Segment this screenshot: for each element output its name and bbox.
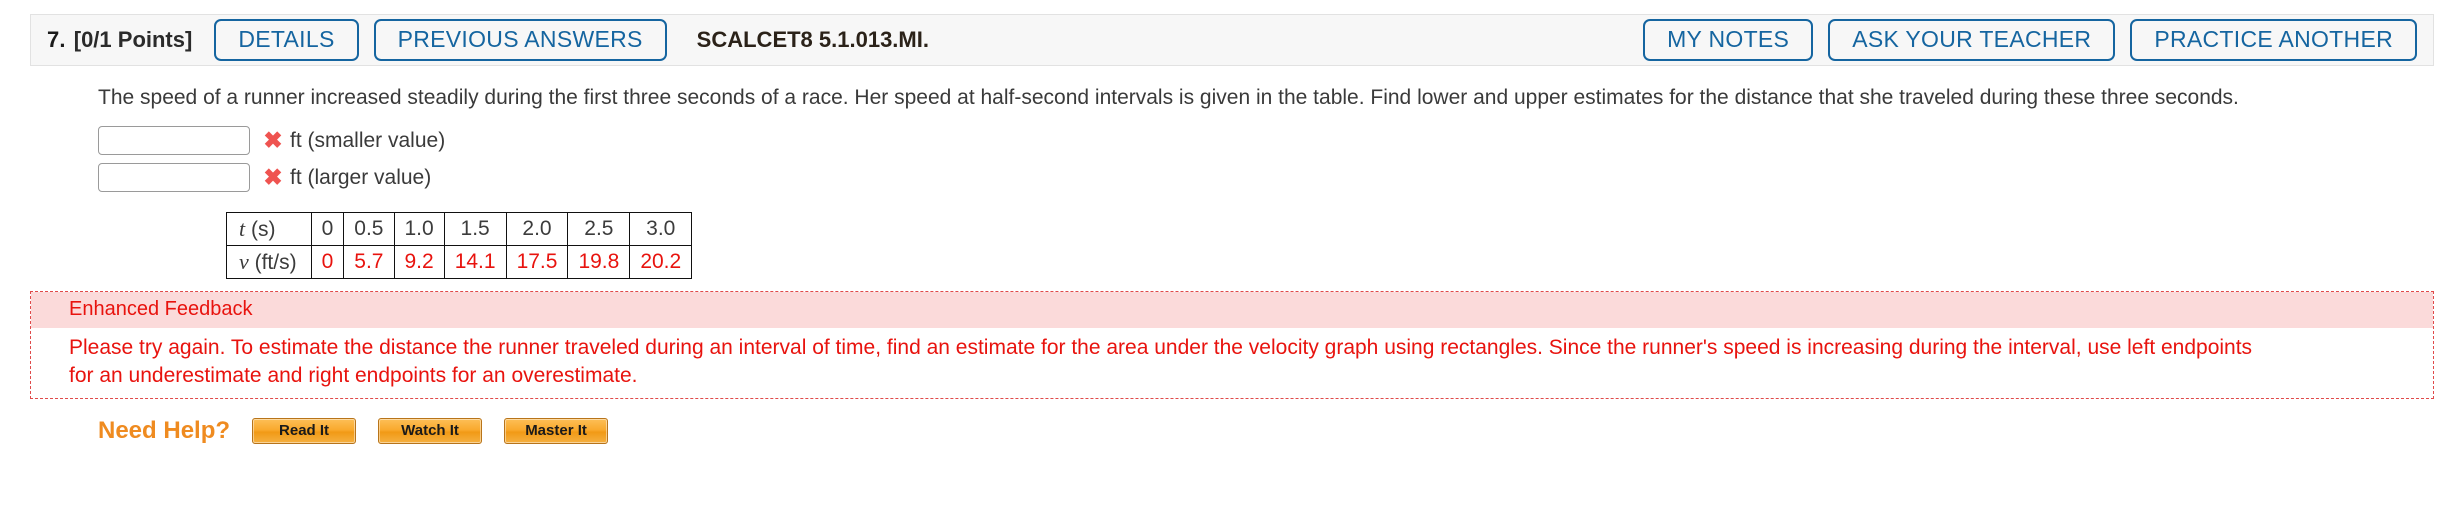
row-unit-v: (ft/s) <box>254 251 297 275</box>
practice-another-button[interactable]: PRACTICE ANOTHER <box>2130 19 2417 61</box>
question-number: 7. <box>47 27 66 52</box>
answer-label-larger: ft (larger value) <box>290 165 432 189</box>
data-table-wrap: t (s) 0 0.5 1.0 1.5 2.0 2.5 3.0 v (ft/s)… <box>30 198 2434 280</box>
answer-label-smaller: ft (smaller value) <box>290 128 446 152</box>
problem-statement: The speed of a runner increased steadily… <box>98 86 2239 109</box>
answer-fields: ✖ ft (smaller value) ✖ ft (larger value) <box>30 112 2434 194</box>
cell-v-1: 5.7 <box>343 245 395 280</box>
row-unit-t: (s) <box>250 218 276 242</box>
cell-v-0: 0 <box>310 245 345 280</box>
row-symbol-t: t <box>239 216 246 242</box>
details-button[interactable]: DETAILS <box>214 19 359 61</box>
cell-v-2: 9.2 <box>393 245 445 280</box>
read-it-button[interactable]: Read It <box>252 417 357 444</box>
my-notes-button[interactable]: MY NOTES <box>1643 19 1814 61</box>
row-header-time: t (s) <box>226 212 312 247</box>
master-it-button[interactable]: Master It <box>504 417 609 444</box>
row-header-velocity: v (ft/s) <box>226 245 312 280</box>
cell-t-1: 0.5 <box>343 212 395 247</box>
cell-t-6: 3.0 <box>629 212 693 247</box>
row-symbol-v: v <box>239 249 249 275</box>
answer-input-smaller[interactable] <box>98 126 250 156</box>
cell-v-6: 20.2 <box>629 245 693 280</box>
need-help-section: Need Help? Read It Watch It Master It <box>30 399 2434 445</box>
table-row-velocity: v (ft/s) 0 5.7 9.2 14.1 17.5 19.8 20.2 <box>226 245 693 280</box>
speed-data-table: t (s) 0 0.5 1.0 1.5 2.0 2.5 3.0 v (ft/s)… <box>226 212 693 280</box>
cell-v-3: 14.1 <box>443 245 507 280</box>
need-help-label: Need Help? <box>98 416 231 444</box>
cell-v-4: 17.5 <box>505 245 569 280</box>
cell-t-5: 2.5 <box>567 212 631 247</box>
feedback-line-1: Please try again. To estimate the distan… <box>69 336 2253 360</box>
answer-row-smaller: ✖ ft (smaller value) <box>98 124 2434 157</box>
header-actions: MY NOTES ASK YOUR TEACHER PRACTICE ANOTH… <box>1643 19 2417 61</box>
incorrect-x-icon: ✖ <box>263 164 283 191</box>
feedback-title: Enhanced Feedback <box>31 292 2433 329</box>
problem-code: SCALCET8 5.1.013.MI. <box>696 27 929 52</box>
cell-t-2: 1.0 <box>393 212 445 247</box>
ask-your-teacher-button[interactable]: ASK YOUR TEACHER <box>1828 19 2116 61</box>
question-body: The speed of a runner increased steadily… <box>30 66 2434 445</box>
cell-t-0: 0 <box>310 212 345 247</box>
question-header: 7. [0/1 Points] DETAILS PREVIOUS ANSWERS… <box>30 14 2434 66</box>
watch-it-button[interactable]: Watch It <box>378 417 483 444</box>
cell-t-3: 1.5 <box>443 212 507 247</box>
question-page: 7. [0/1 Points] DETAILS PREVIOUS ANSWERS… <box>0 0 2454 507</box>
cell-t-4: 2.0 <box>505 212 569 247</box>
enhanced-feedback-box: Enhanced Feedback Please try again. To e… <box>30 291 2434 399</box>
table-row-time: t (s) 0 0.5 1.0 1.5 2.0 2.5 3.0 <box>226 212 693 247</box>
answer-input-larger[interactable] <box>98 163 250 193</box>
answer-row-larger: ✖ ft (larger value) <box>98 161 2434 194</box>
previous-answers-button[interactable]: PREVIOUS ANSWERS <box>373 19 667 61</box>
feedback-body: Please try again. To estimate the distan… <box>31 328 2433 397</box>
incorrect-x-icon: ✖ <box>263 127 283 154</box>
feedback-line-2: for an underestimate and right endpoints… <box>69 364 638 388</box>
points-badge: [0/1 Points] <box>73 27 193 52</box>
cell-v-5: 19.8 <box>567 245 631 280</box>
